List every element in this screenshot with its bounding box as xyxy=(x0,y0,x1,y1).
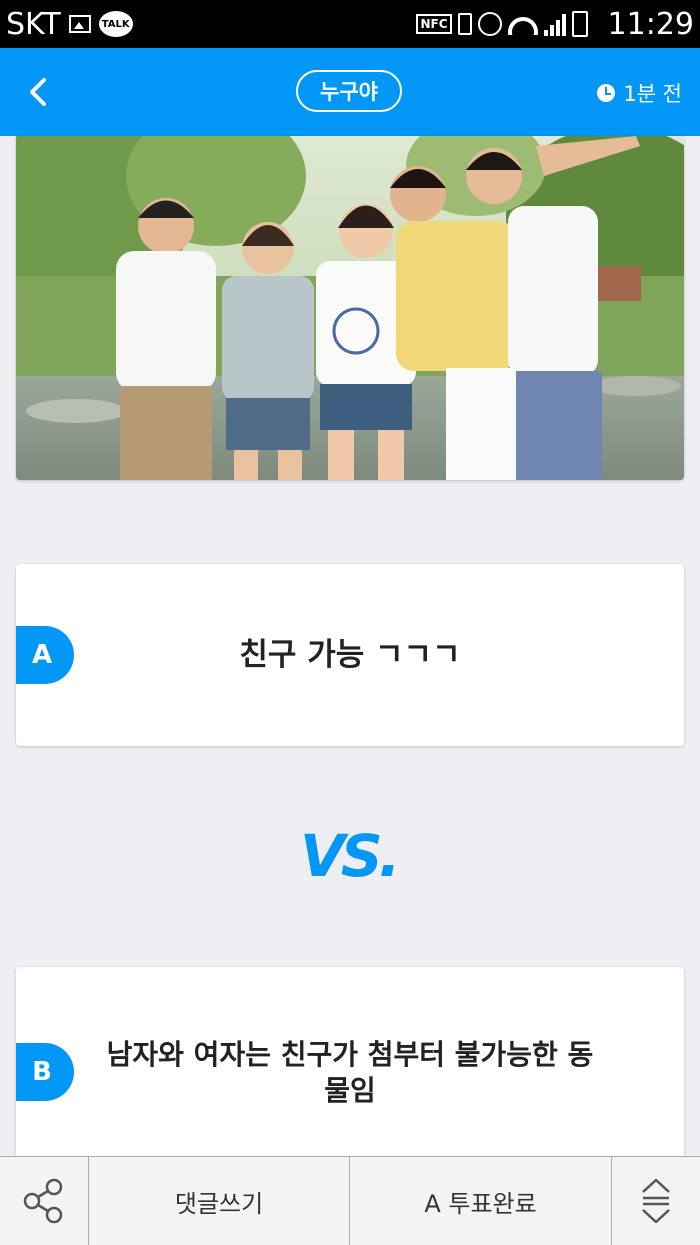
vote-status-label: A 투표완료 xyxy=(424,1189,537,1218)
option-a-card[interactable]: A 친구 가능 ㄱㄱㄱ xyxy=(16,564,684,746)
share-button[interactable] xyxy=(0,1157,89,1245)
vs-label: VS. xyxy=(300,822,401,890)
back-button[interactable] xyxy=(22,74,58,110)
option-a-badge: A xyxy=(16,626,74,684)
post-photo xyxy=(16,136,684,480)
gallery-notification-icon xyxy=(68,15,91,33)
status-bar: SKT TALK NFC 11:29 xyxy=(0,0,700,48)
app-header: 누구야 1분 전 xyxy=(0,48,700,136)
status-bar-right: NFC 11:29 xyxy=(416,7,700,42)
wifi-icon xyxy=(507,13,538,35)
page-title: 누구야 xyxy=(296,70,402,112)
bottom-toolbar: 댓글쓰기 A 투표완료 xyxy=(0,1156,700,1245)
sort-icon xyxy=(642,1178,670,1224)
nfc-icon: NFC xyxy=(416,14,452,34)
option-a-text: 친구 가능 ㄱㄱㄱ xyxy=(239,637,461,673)
signal-icon xyxy=(543,12,566,36)
kakaotalk-notification-icon: TALK xyxy=(98,11,133,37)
option-b-badge: B xyxy=(16,1043,74,1101)
vibrate-icon xyxy=(457,13,472,35)
status-bar-left: SKT TALK xyxy=(0,7,133,42)
back-arrow-icon xyxy=(30,78,46,106)
carrier-name: SKT xyxy=(6,6,61,42)
write-comment-button[interactable]: 댓글쓰기 xyxy=(89,1157,350,1245)
battery-icon xyxy=(571,11,588,37)
option-b-card[interactable]: B 남자와 여자는 친구가 첨부터 불가능한 동물임 xyxy=(16,967,684,1177)
scroll-toggle-button[interactable] xyxy=(612,1157,700,1245)
time-ago-label: 1분 전 xyxy=(623,82,682,106)
write-comment-label: 댓글쓰기 xyxy=(174,1189,264,1218)
clock-icon xyxy=(597,84,616,102)
group-photo-image xyxy=(16,136,684,480)
share-icon xyxy=(23,1178,63,1224)
option-b-text: 남자와 여자는 친구가 첨부터 불가능한 동물임 xyxy=(106,1038,594,1107)
vote-status-button[interactable]: A 투표완료 xyxy=(350,1157,612,1245)
post-time: 1분 전 xyxy=(597,78,682,108)
alarm-icon xyxy=(477,12,502,36)
status-time: 11:29 xyxy=(607,6,694,42)
